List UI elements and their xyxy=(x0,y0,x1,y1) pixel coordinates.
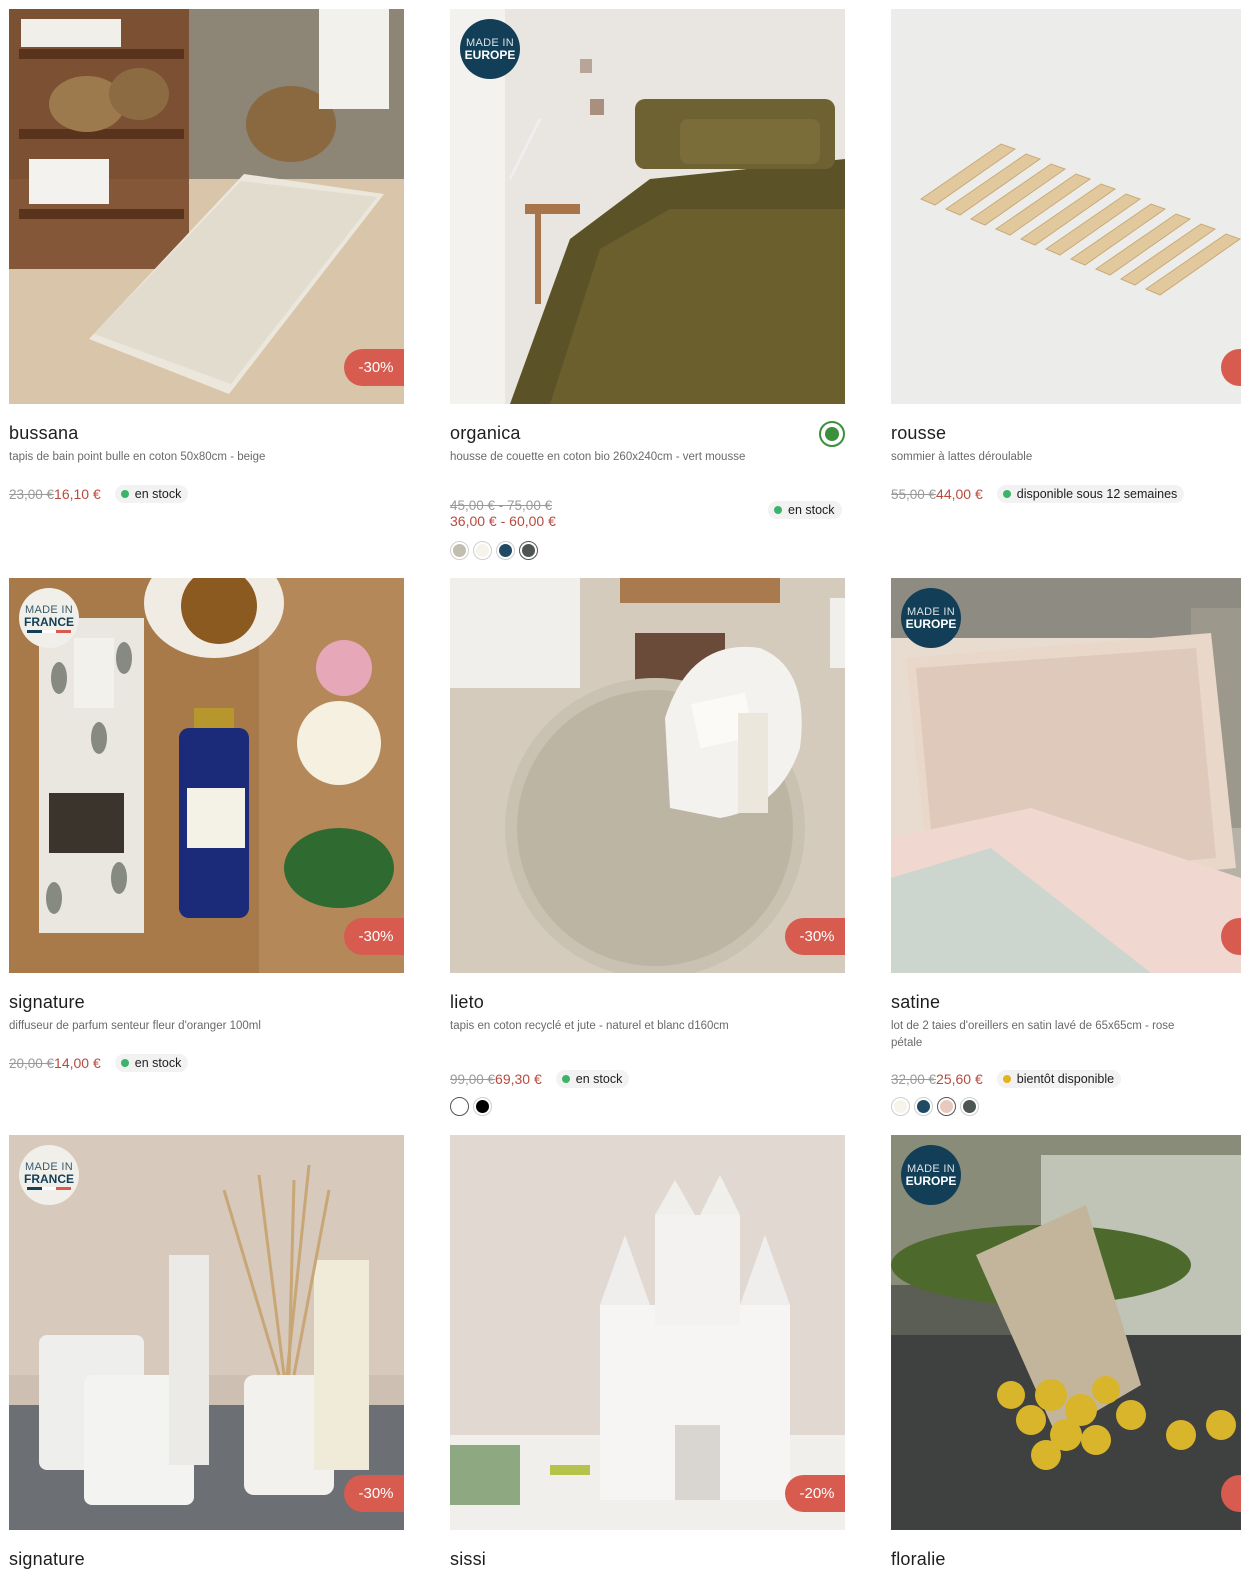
stock-label: en stock xyxy=(134,487,182,501)
old-price: 45,00 € - 75,00 € xyxy=(450,498,553,513)
product-card[interactable]: MADE IN EUROPE organica housse de couett… xyxy=(450,9,845,560)
product-card[interactable]: MADE IN EUROPE floralie xyxy=(891,1135,1241,1569)
stock-label: disponible sous 12 semaines xyxy=(1016,487,1178,501)
product-name[interactable]: signature xyxy=(9,1549,85,1570)
color-swatch[interactable] xyxy=(914,1097,933,1116)
stock-badge: bientôt disponible xyxy=(996,1070,1122,1088)
product-name[interactable]: signature xyxy=(9,992,85,1013)
made-in-europe-badge: MADE IN EUROPE xyxy=(460,19,520,79)
product-name[interactable]: sissi xyxy=(450,1549,486,1570)
color-swatch[interactable] xyxy=(496,541,515,560)
product-image[interactable]: -30% xyxy=(450,578,845,973)
product-image[interactable]: MADE IN EUROPE xyxy=(450,9,845,404)
product-card[interactable]: MADE IN FRANCE -30% signature diffuseur … xyxy=(9,578,404,1072)
color-swatches xyxy=(450,541,538,560)
product-name[interactable]: rousse xyxy=(891,423,946,444)
stock-dot-icon xyxy=(120,1059,129,1067)
product-card[interactable]: MADE IN EUROPE satine lot de 2 taies d'o… xyxy=(891,578,1241,1116)
product-description: tapis de bain point bulle en coton 50x80… xyxy=(9,451,266,463)
stock-badge: en stock xyxy=(768,501,842,519)
sale-price: 25,60 € xyxy=(936,1071,983,1087)
product-card[interactable]: MADE IN FRANCE -30% signature xyxy=(9,1135,404,1569)
stock-wrap: en stock xyxy=(768,501,842,519)
stock-dot-icon xyxy=(120,490,129,498)
product-card[interactable]: -30% lieto tapis en coton recyclé et jut… xyxy=(450,578,845,1116)
product-image[interactable]: MADE IN FRANCE -30% xyxy=(9,578,404,973)
price-row: 20,00 € 14,00 € en stock xyxy=(9,1054,189,1072)
price-row: 55,00 € 44,00 € disponible sous 12 semai… xyxy=(891,485,1185,503)
organic-cotton-icon xyxy=(819,421,845,447)
product-image[interactable]: -20% xyxy=(450,1135,845,1530)
product-card[interactable]: -30% bussana tapis de bain point bulle e… xyxy=(9,9,404,503)
product-name[interactable]: lieto xyxy=(450,992,484,1013)
product-card[interactable]: rousse sommier à lattes déroulable 55,00… xyxy=(891,9,1241,503)
sale-price: 16,10 € xyxy=(54,486,101,502)
product-description: lot de 2 taies d'oreillers en satin lavé… xyxy=(891,1020,1175,1049)
stock-label: en stock xyxy=(134,1056,182,1070)
round-rug-photo xyxy=(450,578,845,973)
price-row: 23,00 € 16,10 € en stock xyxy=(9,485,189,503)
stock-dot-icon xyxy=(561,1075,570,1083)
product-name[interactable]: floralie xyxy=(891,1549,946,1570)
bath-mat-photo xyxy=(9,9,404,404)
product-image[interactable]: MADE IN EUROPE xyxy=(891,1135,1241,1530)
stock-dot-icon xyxy=(1002,490,1011,498)
color-swatch-selected[interactable] xyxy=(937,1097,956,1116)
made-in-france-badge: MADE IN FRANCE xyxy=(19,588,79,648)
product-description: tapis en coton recyclé et jute - naturel… xyxy=(450,1020,729,1032)
discount-badge: -30% xyxy=(785,918,845,955)
sale-price: 69,30 € xyxy=(495,1071,542,1087)
stock-label: en stock xyxy=(788,503,835,517)
product-card[interactable]: -20% sissi xyxy=(450,1135,845,1569)
sale-price: 14,00 € xyxy=(54,1055,101,1071)
slatted-base-photo xyxy=(891,9,1241,404)
product-image[interactable] xyxy=(891,9,1241,404)
old-price: 99,00 € xyxy=(450,1071,496,1087)
made-in-europe-badge: MADE IN EUROPE xyxy=(901,588,961,648)
color-swatch[interactable] xyxy=(473,1097,492,1116)
stock-dot-icon xyxy=(774,506,782,514)
discount-badge: -30% xyxy=(344,918,404,955)
old-price: 20,00 € xyxy=(9,1055,55,1071)
product-image[interactable]: -30% xyxy=(9,9,404,404)
made-in-france-badge: MADE IN FRANCE xyxy=(19,1145,79,1205)
color-swatch[interactable] xyxy=(960,1097,979,1116)
color-swatch-selected[interactable] xyxy=(519,541,538,560)
product-name[interactable]: satine xyxy=(891,992,940,1013)
product-description: housse de couette en coton bio 260x240cm… xyxy=(450,451,746,463)
made-in-europe-badge: MADE IN EUROPE xyxy=(901,1145,961,1205)
castle-lamp-photo xyxy=(450,1135,845,1530)
sale-price: 44,00 € xyxy=(936,486,983,502)
stock-badge: en stock xyxy=(114,485,189,503)
product-description: diffuseur de parfum senteur fleur d'oran… xyxy=(9,1020,261,1032)
product-name[interactable]: organica xyxy=(450,423,521,444)
stock-dot-icon xyxy=(1002,1075,1011,1083)
color-swatches xyxy=(450,1097,492,1116)
product-description: sommier à lattes déroulable xyxy=(891,451,1033,463)
discount-badge: -30% xyxy=(344,1475,404,1512)
color-swatch-selected[interactable] xyxy=(450,1097,469,1116)
old-price: 32,00 € xyxy=(891,1071,937,1087)
product-image[interactable]: MADE IN EUROPE xyxy=(891,578,1241,973)
product-image[interactable]: MADE IN FRANCE -30% xyxy=(9,1135,404,1530)
color-swatch[interactable] xyxy=(891,1097,910,1116)
product-name[interactable]: bussana xyxy=(9,423,78,444)
stock-badge: en stock xyxy=(555,1070,630,1088)
price-row: 99,00 € 69,30 € en stock xyxy=(450,1070,630,1088)
sale-price: 36,00 € - 60,00 € xyxy=(450,513,556,529)
color-swatch[interactable] xyxy=(450,541,469,560)
old-price: 23,00 € xyxy=(9,486,55,502)
old-price: 55,00 € xyxy=(891,486,937,502)
price-range: 45,00 € - 75,00 € 36,00 € - 60,00 € xyxy=(450,498,570,529)
stock-label: bientôt disponible xyxy=(1016,1072,1115,1086)
color-swatch[interactable] xyxy=(473,541,492,560)
price-row: 32,00 € 25,60 € bientôt disponible xyxy=(891,1070,1122,1088)
stock-badge: en stock xyxy=(114,1054,189,1072)
discount-badge: -20% xyxy=(785,1475,845,1512)
discount-badge: -30% xyxy=(344,349,404,386)
color-swatches xyxy=(891,1097,979,1116)
stock-label: en stock xyxy=(575,1072,623,1086)
stock-badge: disponible sous 12 semaines xyxy=(996,485,1185,503)
